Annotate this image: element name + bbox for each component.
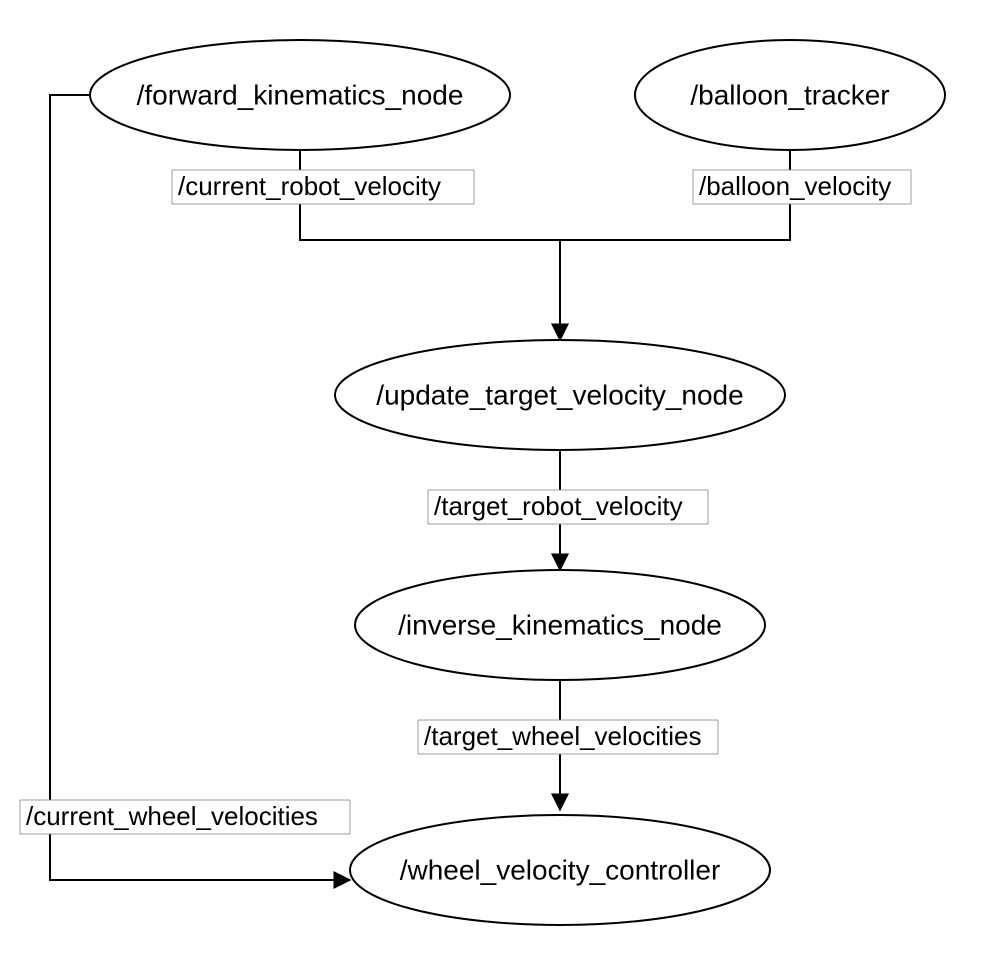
edge-current-robot-velocity: /current_robot_velocity [172,145,560,240]
node-wheel-velocity-controller: /wheel_velocity_controller [350,815,770,925]
node-label-balloon-tracker: /balloon_tracker [690,79,889,110]
edge-balloon-velocity: /balloon_velocity [560,145,911,240]
node-balloon-tracker: /balloon_tracker [635,40,945,150]
edge-label-balloon-velocity: /balloon_velocity [699,171,891,201]
node-label-forward-kinematics: /forward_kinematics_node [137,79,464,110]
edge-label-current-robot-velocity: /current_robot_velocity [178,171,441,201]
edge-target-wheel-velocities: /target_wheel_velocities [418,680,718,810]
node-update-target-velocity: /update_target_velocity_node [335,340,785,450]
node-label-wheel-velocity-controller: /wheel_velocity_controller [400,854,721,885]
edge-label-current-wheel-velocities: /current_wheel_velocities [26,801,318,831]
node-forward-kinematics: /forward_kinematics_node [90,40,510,150]
ros-graph-diagram: /current_wheel_velocities /current_robot… [0,0,1008,974]
edge-label-target-robot-velocity: /target_robot_velocity [434,491,683,521]
node-label-inverse-kinematics: /inverse_kinematics_node [398,609,722,640]
edge-label-target-wheel-velocities: /target_wheel_velocities [424,721,702,751]
node-label-update-target-velocity: /update_target_velocity_node [376,379,743,410]
node-inverse-kinematics: /inverse_kinematics_node [355,570,765,680]
edge-target-robot-velocity: /target_robot_velocity [428,450,708,570]
